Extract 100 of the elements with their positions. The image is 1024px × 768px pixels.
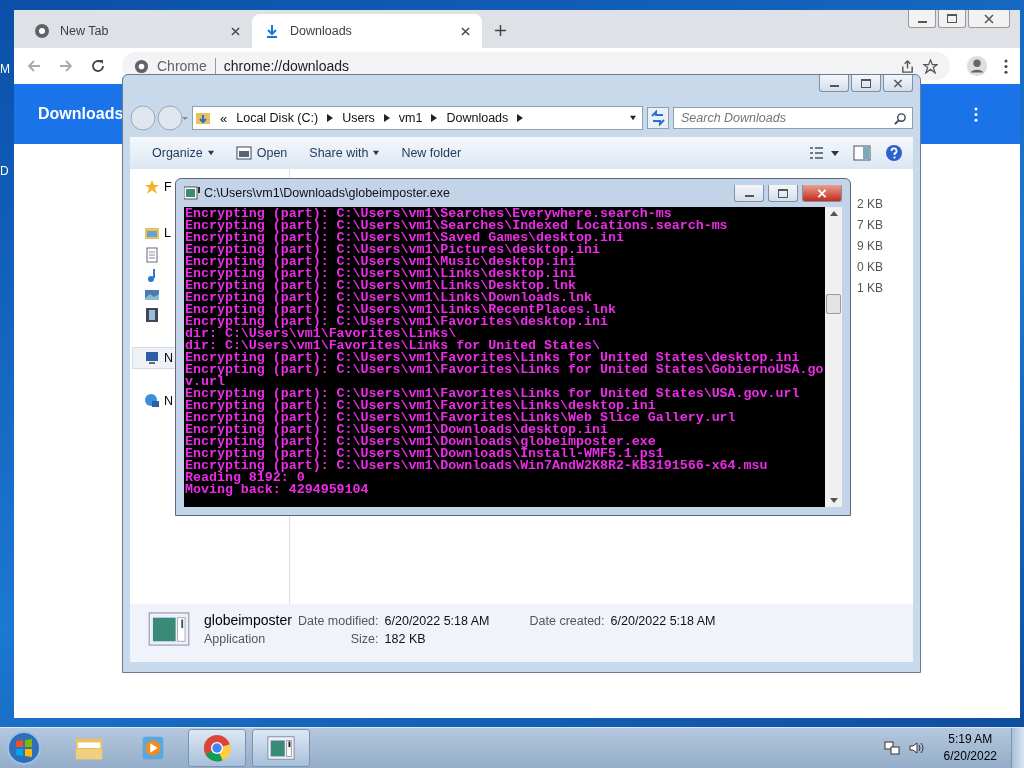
console-line: Encrypting (part): C:\Users\vm1\Links\RecentPlaces.lnk <box>185 304 617 316</box>
close-button[interactable] <box>802 185 842 202</box>
maximize-button[interactable] <box>851 75 881 92</box>
console-line: Encrypting (part): C:\Users\vm1\Downloads\desktop.ini <box>185 424 608 436</box>
detail-label: Size: <box>349 632 379 646</box>
minimize-icon <box>744 195 754 197</box>
nav-item[interactable]: L <box>130 223 171 243</box>
detail-value: 6/20/2022 5:18 AM <box>610 614 716 628</box>
file-size: 2 KB <box>857 197 883 213</box>
search-field[interactable]: Search Downloads <box>673 107 913 129</box>
network-icon[interactable] <box>883 740 900 756</box>
dropdown-icon[interactable] <box>630 114 636 122</box>
preview-pane-icon[interactable] <box>853 144 871 162</box>
breadcrumb-item[interactable]: Local Disk (C:) <box>236 111 319 125</box>
console-line: Encrypting (part): C:\Users\vm1\Saved Games\desktop.ini <box>185 232 625 244</box>
clock-date[interactable]: 6/20/2022 <box>943 748 997 765</box>
clock-time[interactable]: 5:19 AM <box>948 731 993 748</box>
breadcrumb-item[interactable]: Users <box>342 111 375 125</box>
file-type: Application <box>204 632 267 646</box>
toolbar-button[interactable]: Share with <box>305 144 384 162</box>
arrow-icon[interactable] <box>383 114 390 122</box>
nav-item[interactable]: N <box>132 347 178 369</box>
chrome-icon <box>134 58 149 74</box>
console-line: Encrypting (part): C:\Users\vm1\Downloads\Win7AndW2K8R2-KB3191566-x64.msu <box>185 460 769 472</box>
arrow-icon[interactable] <box>327 114 334 122</box>
maximize-button[interactable] <box>938 10 966 28</box>
reload-icon[interactable] <box>90 58 106 74</box>
close-icon <box>817 188 827 198</box>
detail-label: Date created: <box>529 614 605 628</box>
console-line: Encrypting (part): C:\Users\vm1\Music\desktop.ini <box>185 256 576 268</box>
minimize-button[interactable] <box>819 75 849 92</box>
toolbar-button[interactable]: Open <box>231 143 292 163</box>
desktop-icon-label: M <box>0 62 10 76</box>
new-tab-icon[interactable] <box>494 24 507 37</box>
breadcrumb-item[interactable]: Downloads <box>446 111 509 125</box>
arrow-icon[interactable] <box>431 114 438 122</box>
console-line: Encrypting (part): C:\Users\vm1\Favorites\Links\desktop.ini <box>185 400 656 412</box>
close-icon[interactable] <box>461 26 470 36</box>
toolbar-button[interactable]: New folder <box>397 144 466 162</box>
console-line: Moving back: 4294959104 <box>185 484 370 496</box>
console-line: dir: C:\Users\vm1\Favorites\Links for United States\ <box>185 340 600 352</box>
browser-tab[interactable]: New Tab <box>22 14 252 48</box>
scroll-up-icon[interactable] <box>829 211 838 216</box>
console-icon <box>184 186 200 200</box>
maximize-icon <box>947 14 957 23</box>
console-line: Reading 8192: 0 <box>185 472 305 484</box>
close-button[interactable] <box>883 75 913 92</box>
computer-icon <box>144 350 160 366</box>
detail-value: 6/20/2022 5:18 AM <box>384 614 490 628</box>
console-line: Encrypting (part): C:\Users\vm1\Links\Downloads.lnk <box>185 292 592 304</box>
help-icon[interactable] <box>885 144 903 162</box>
star-icon[interactable] <box>923 58 938 74</box>
console-line: Encrypting (part): C:\Users\vm1\Favorites\Links\Web Slice Gallery.url <box>185 412 737 424</box>
dropdown-icon <box>373 149 380 157</box>
close-button[interactable] <box>968 10 1010 28</box>
chrome-icon <box>202 733 232 763</box>
scroll-down-icon[interactable] <box>829 498 838 503</box>
console-line: Encrypting (part): C:\Users\vm1\Links\Desktop.lnk <box>185 280 576 292</box>
taskbar-button[interactable] <box>188 729 246 767</box>
minimize-button[interactable] <box>734 185 764 202</box>
volume-icon[interactable] <box>907 740 924 756</box>
share-icon[interactable] <box>900 58 915 74</box>
nav-item[interactable]: N <box>130 391 174 411</box>
console-line: Encrypting (part): C:\Users\vm1\Favorites\Links for United States\GobiernoUSA.go <box>185 364 825 376</box>
download-icon <box>264 23 280 39</box>
application-icon <box>148 612 190 646</box>
folder-icon <box>195 110 211 126</box>
close-icon[interactable] <box>231 26 240 36</box>
arrow-icon[interactable] <box>517 114 524 122</box>
film-icon <box>144 307 160 323</box>
toolbar-button[interactable]: Organize <box>148 144 218 162</box>
file-size: 7 KB <box>857 218 883 234</box>
menu-icon[interactable] <box>1004 58 1008 74</box>
browser-tab[interactable]: Downloads <box>252 14 482 48</box>
console-line: Encrypting (part): C:\Users\vm1\Downloads\globeimposter.exe <box>185 436 656 448</box>
window-title: C:\Users\vm1\Downloads\globeimposter.exe <box>204 186 450 200</box>
minimize-icon <box>917 20 927 23</box>
taskbar-button[interactable] <box>252 729 310 767</box>
refresh-icon[interactable] <box>647 107 669 129</box>
start-button[interactable] <box>6 730 42 766</box>
console-line: Encrypting (part): C:\Users\vm1\Favorites\Links for United States\USA.gov.url <box>185 388 801 400</box>
library-icon <box>144 225 160 241</box>
file-size: 1 KB <box>857 281 883 297</box>
nav-item[interactable]: F <box>130 177 172 197</box>
dropdown-icon <box>207 149 214 157</box>
scrollbar-thumb[interactable] <box>826 294 841 314</box>
minimize-button[interactable] <box>908 10 936 28</box>
address-bar[interactable]: « Local Disk (C:) Users vm1 Downloads <box>192 106 643 130</box>
window-icon <box>235 145 252 161</box>
window-icon <box>266 733 296 763</box>
view-options-icon[interactable] <box>809 145 839 161</box>
breadcrumb-item[interactable]: vm1 <box>398 111 423 125</box>
document-icon <box>144 247 160 263</box>
profile-icon[interactable] <box>966 55 988 77</box>
scrollbar[interactable] <box>825 207 842 507</box>
search-icon[interactable] <box>894 112 907 125</box>
menu-icon[interactable] <box>974 106 978 122</box>
file-size: 0 KB <box>857 260 883 276</box>
breadcrumb-overflow[interactable]: « <box>220 110 228 126</box>
maximize-button[interactable] <box>768 185 798 202</box>
